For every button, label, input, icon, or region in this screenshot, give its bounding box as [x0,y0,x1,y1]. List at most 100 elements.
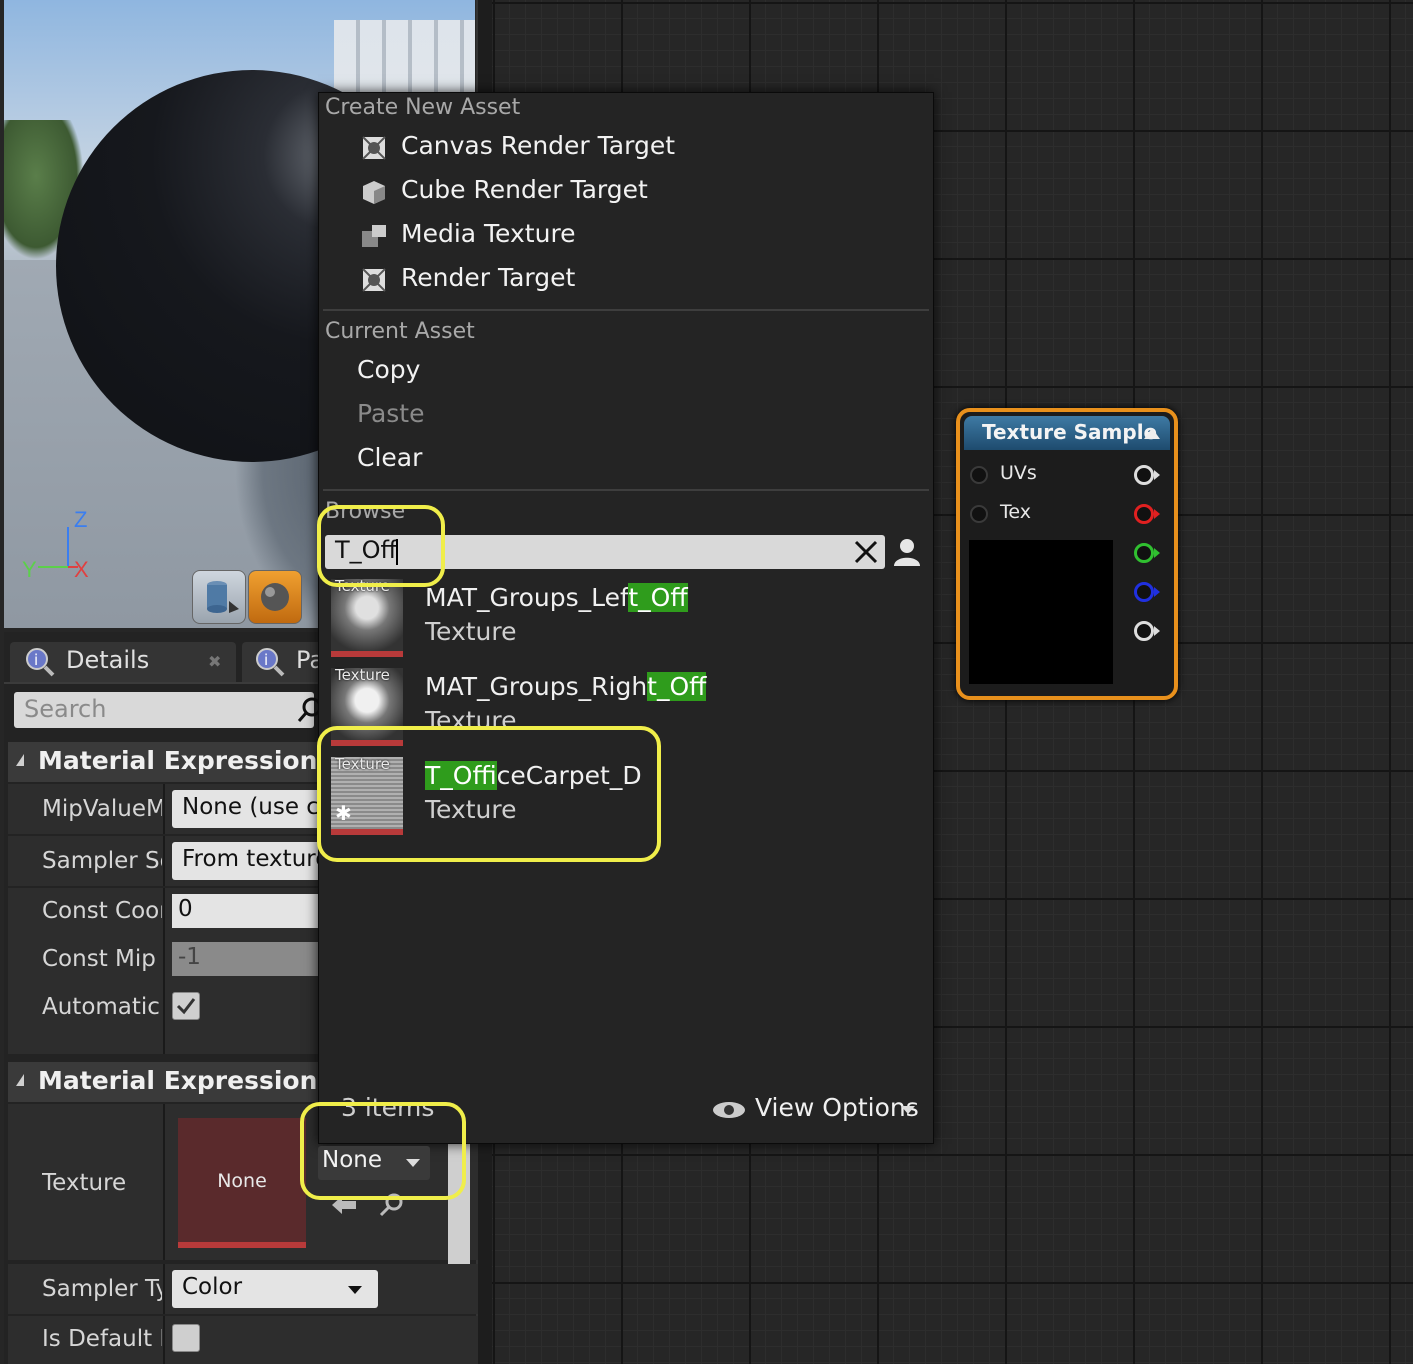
asset-name-prefix: MAT_Groups_Righ [425,672,648,701]
property-name: Const Mip V [42,946,162,972]
menu-item-label: Cube Render Target [401,175,648,204]
menu-item-cube-render-target[interactable]: Cube Render Target [355,175,915,211]
texture-thumbnail-label: None [217,1170,267,1192]
annotation-highlight-result [317,726,661,862]
view-options-label: View Options [755,1093,919,1122]
column-divider [163,936,165,986]
automatic-view-mip-checkbox[interactable] [172,992,200,1020]
axis-gizmo: Z X Y [22,507,89,582]
tab-details[interactable]: i Details ✖ [10,642,236,682]
preview-cylinder-button[interactable] [192,570,246,624]
menu-separator [323,489,929,491]
eye-icon [713,1102,745,1118]
node-header[interactable]: Texture Sample [964,416,1170,450]
svg-text:i: i [264,651,268,669]
property-name: Sampler Sou [42,848,162,874]
menu-item-media-texture[interactable]: Media Texture [355,219,915,255]
output-pin-rgb[interactable] [1134,465,1154,485]
mip-value-mode-dropdown[interactable]: None (use com [172,790,332,828]
collapse-arrow-icon [16,1074,24,1086]
asset-name: MAT_Groups_Right_Off [425,672,707,701]
column-divider [163,784,165,834]
render-target-icon [362,268,386,292]
input-pin-label: Tex [1000,501,1031,523]
axis-x-label: X [74,557,89,582]
cylinder-icon [207,581,239,613]
asset-result-item[interactable]: Texture MAT_Groups_Left_Off Texture [331,577,731,659]
info-magnifier-icon: i [256,648,285,677]
tab-close-icon[interactable]: ✖ [208,652,221,671]
axis-z-label: Z [74,507,87,532]
checkmark-icon [176,998,196,1015]
menu-item-render-target[interactable]: Render Target [355,263,915,299]
sampler-source-dropdown[interactable]: From texture a [172,842,332,880]
sphere-icon [261,583,289,611]
create-new-asset-header: Create New Asset [325,95,521,120]
asset-name-match: t_Off [628,583,688,612]
sampler-type-dropdown[interactable]: Color [172,1270,378,1308]
menu-separator [323,309,929,311]
annotation-highlight-combo [300,1102,466,1200]
menu-item-canvas-render-target[interactable]: Canvas Render Target [355,131,915,167]
property-name: Is Default M [42,1326,162,1352]
input-pin-uvs[interactable] [970,466,988,484]
column-divider [163,1104,165,1260]
chevron-down-icon [348,1286,362,1294]
property-row: Is Default M [8,1316,478,1364]
property-name: Texture [42,1170,127,1196]
asset-name-prefix: MAT_Groups_Lef [425,583,629,612]
clear-search-icon[interactable] [853,539,879,565]
dropdown-value: From texture a [182,846,332,872]
chevron-down-icon [901,1106,915,1114]
menu-item-label: Media Texture [401,219,576,248]
node-title: Texture Sample [982,420,1158,444]
menu-item-label: Render Target [401,263,576,292]
texture-thumbnail[interactable]: None [178,1118,306,1248]
asset-name-match: t_Off [647,672,707,701]
dropdown-value: None (use com [182,794,332,820]
column-divider [163,1264,165,1314]
asset-picker-menu: Create New Asset Canvas Render Target Cu… [318,92,934,1144]
texture-sample-node[interactable]: Texture Sample UVs Tex [956,408,1178,700]
asset-name: MAT_Groups_Left_Off [425,583,688,612]
input-pin-tex[interactable] [970,505,988,523]
user-filter-icon[interactable] [891,535,923,569]
property-name: Const Coord [42,898,162,924]
pin-arrow-icon [1154,626,1160,636]
asset-type: Texture [425,617,517,646]
output-pin-a[interactable] [1134,621,1154,641]
cube-render-target-icon [363,181,385,204]
texture-preview [969,540,1113,684]
output-pin-r[interactable] [1134,504,1154,524]
dropdown-value: Color [182,1274,243,1300]
column-divider [163,836,165,886]
menu-item-clear[interactable]: Clear [357,443,422,472]
menu-item-paste[interactable]: Paste [357,399,424,428]
view-options-button[interactable]: View Options [711,1093,921,1127]
const-mip-value-field[interactable]: -1 [172,942,332,976]
render-target-icon [362,136,386,160]
is-default-meshpaint-checkbox[interactable] [172,1324,200,1352]
details-search-input[interactable]: Search [14,692,322,728]
pin-arrow-icon [1154,587,1160,597]
preview-sphere-button[interactable] [248,570,302,624]
property-row: Sampler Typ Color [8,1264,478,1314]
input-pin-label: UVs [1000,462,1037,484]
svg-text:i: i [34,651,38,669]
output-pin-g[interactable] [1134,543,1154,563]
media-texture-icon [362,225,386,247]
menu-item-copy[interactable]: Copy [357,355,420,384]
const-coordinate-field[interactable]: 0 [172,894,332,928]
column-divider [163,984,165,1054]
tab-details-label: Details [66,646,150,674]
collapse-arrow-icon [16,754,24,766]
pin-arrow-icon [1154,470,1160,480]
output-pin-b[interactable] [1134,582,1154,602]
axis-y-label: Y [22,557,37,582]
annotation-highlight-search [317,505,445,587]
current-asset-header: Current Asset [325,319,475,344]
pin-arrow-icon [1154,548,1160,558]
property-name: MipValueMc [42,796,162,822]
details-search-placeholder: Search [24,695,107,723]
collapse-node-icon[interactable] [1144,428,1160,439]
